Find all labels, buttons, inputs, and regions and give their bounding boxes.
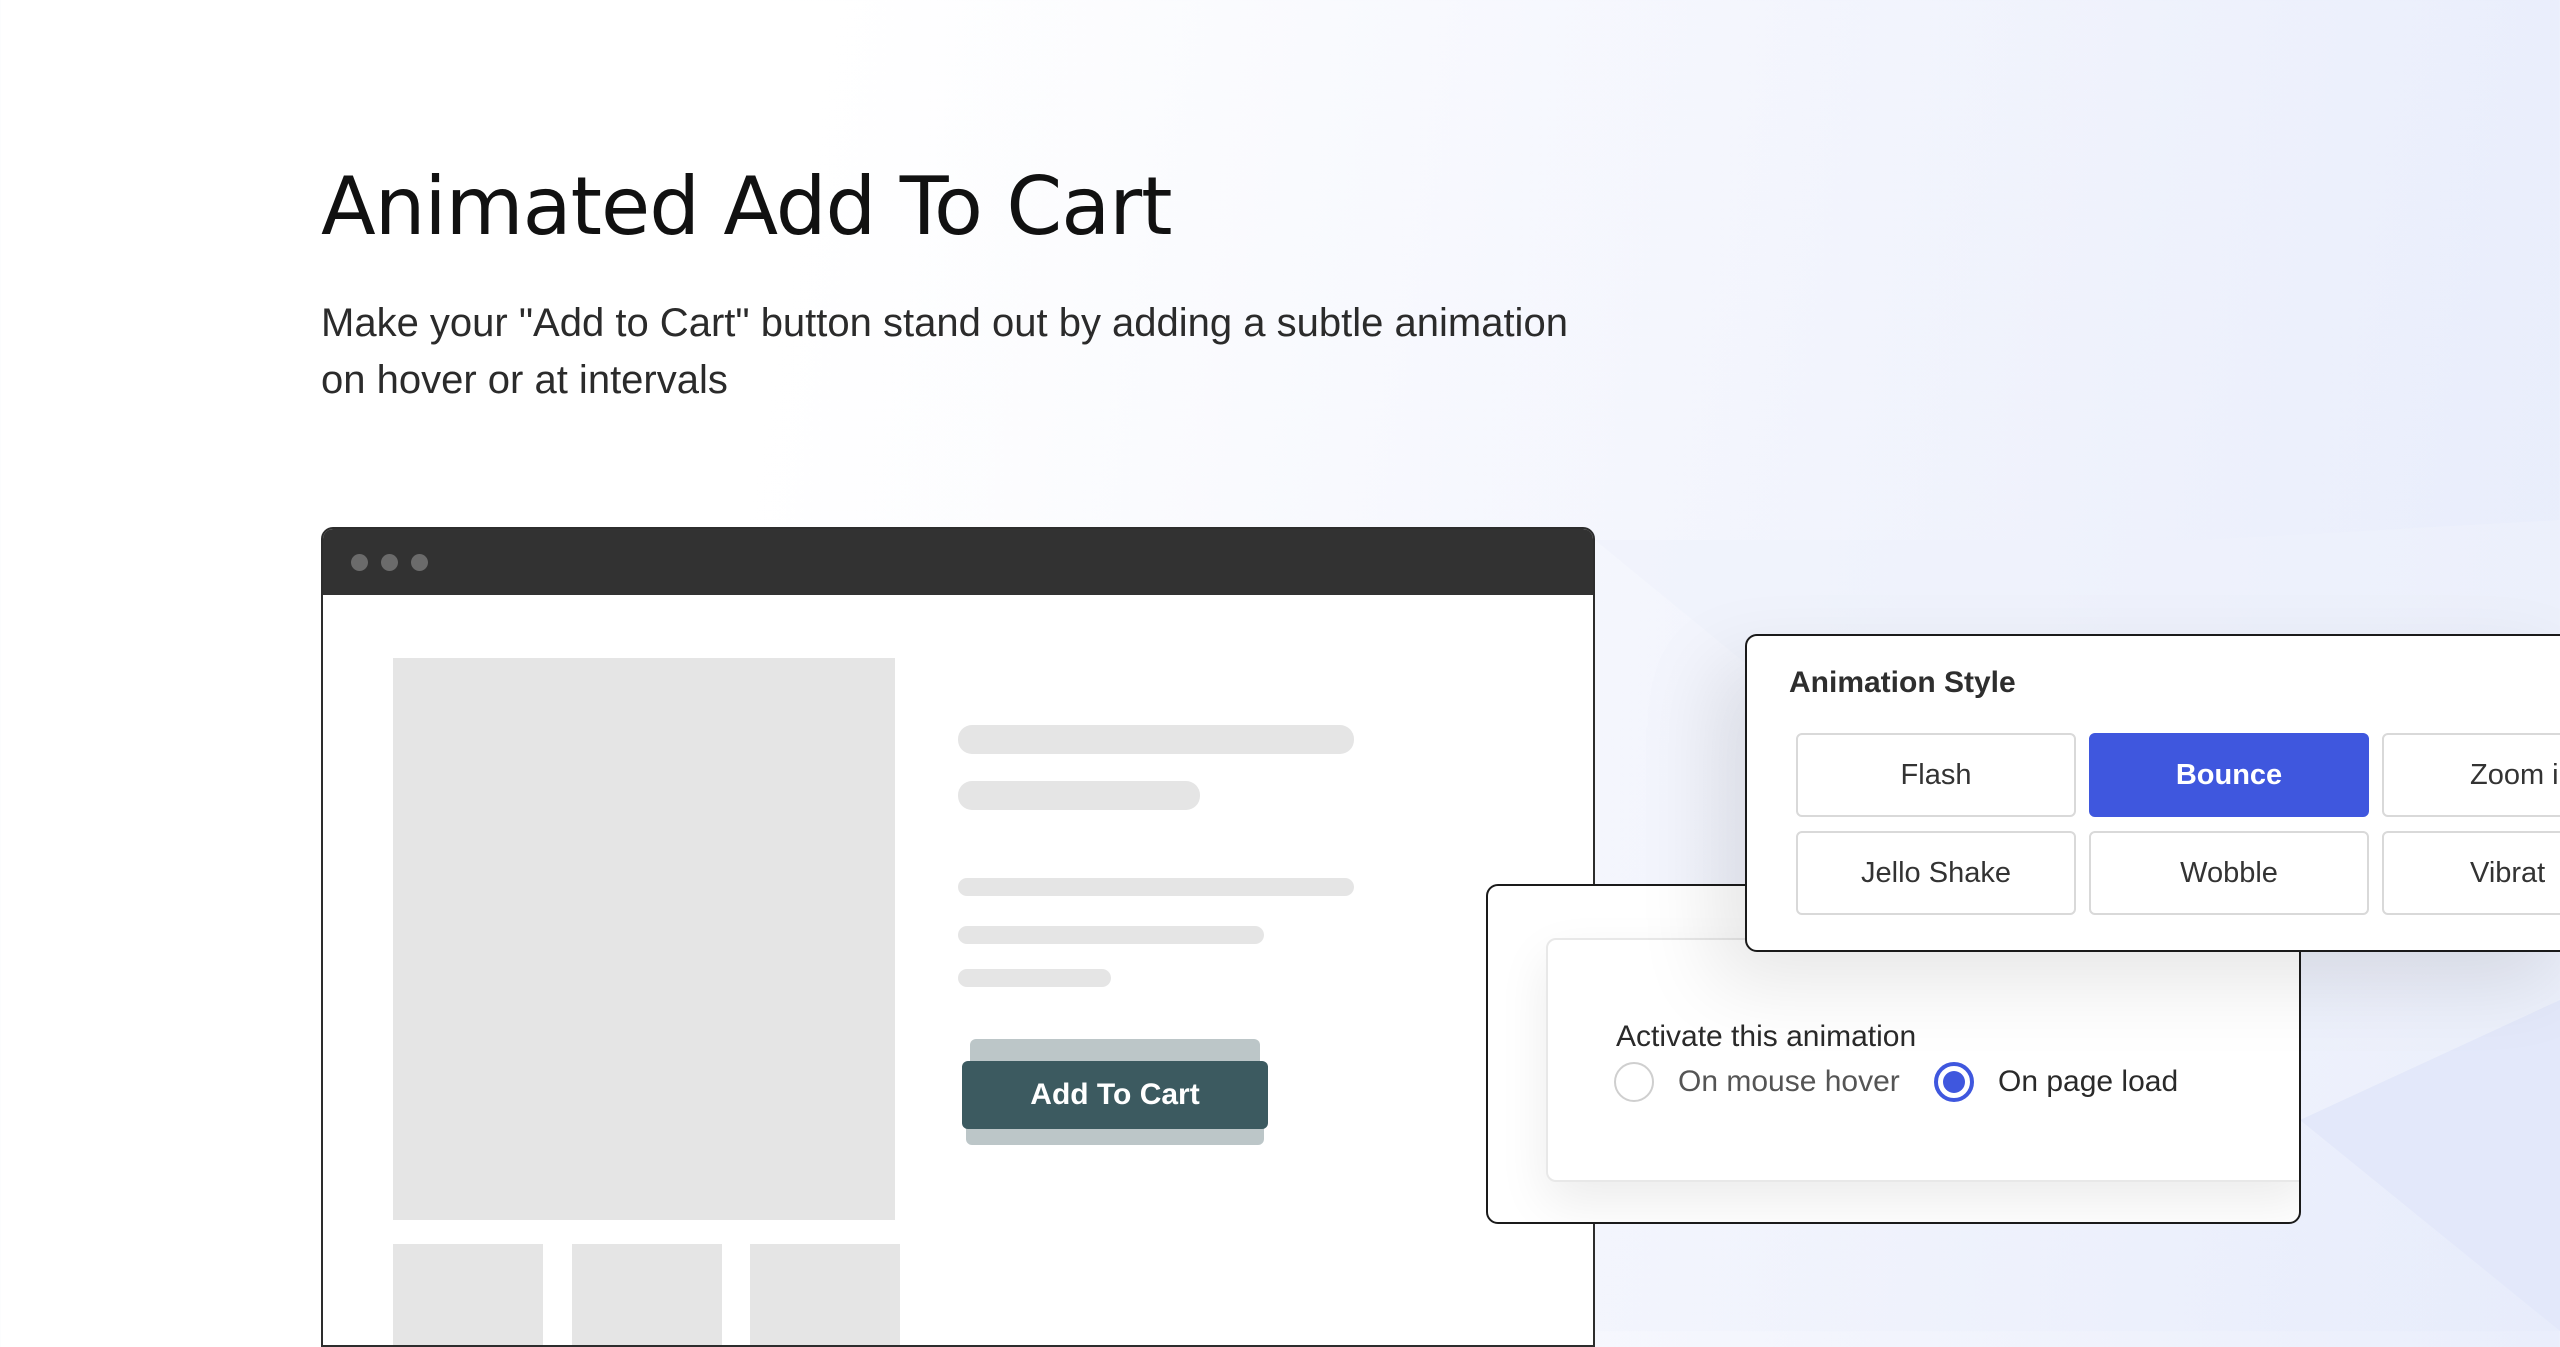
style-option-vibrate[interactable]: Vibrat [2382,831,2560,915]
radio-label: On mouse hover [1678,1065,1900,1098]
product-image-placeholder [393,658,895,1220]
window-dot-icon [381,553,398,571]
text-line-placeholder [958,878,1354,896]
text-line-placeholder [958,926,1264,944]
text-line-placeholder [958,725,1354,754]
radio-label: On page load [1998,1065,2179,1098]
thumbnail-placeholder [750,1244,900,1345]
activation-label: Activate this animation [1616,1020,1917,1053]
radio-on-mouse-hover[interactable]: On mouse hover [1614,1062,1900,1102]
browser-mockup: Add To Cart [321,527,1595,1347]
animation-style-heading: Animation Style [1789,666,2016,699]
style-option-flash[interactable]: Flash [1796,733,2076,817]
radio-checked-icon[interactable] [1934,1062,1974,1102]
text-line-placeholder [958,781,1200,810]
page-title: Animated Add To Cart [321,160,1173,253]
radio-on-page-load[interactable]: On page load [1934,1062,2178,1102]
add-to-cart-animation: Add To Cart [958,1039,1278,1149]
style-option-wobble[interactable]: Wobble [2089,831,2369,915]
radio-unchecked-icon[interactable] [1614,1062,1654,1102]
style-option-zoom-in[interactable]: Zoom i [2382,733,2560,817]
animation-style-card: Animation Style Flash Bounce Zoom i Jell… [1745,634,2560,952]
text-line-placeholder [958,969,1111,987]
window-dot-icon [351,553,368,571]
page-subtitle: Make your "Add to Cart" button stand out… [321,301,1568,402]
style-option-jello-shake[interactable]: Jello Shake [1796,831,2076,915]
style-option-bounce[interactable]: Bounce [2089,733,2369,817]
browser-title-bar [323,529,1593,595]
window-dot-icon [411,553,428,571]
add-to-cart-button[interactable]: Add To Cart [962,1061,1268,1129]
radio-dot-icon [1943,1071,1965,1093]
thumbnail-placeholder [393,1244,543,1345]
activation-panel: Activate this animation On mouse hover O… [1546,938,2299,1182]
thumbnail-placeholder [572,1244,722,1345]
